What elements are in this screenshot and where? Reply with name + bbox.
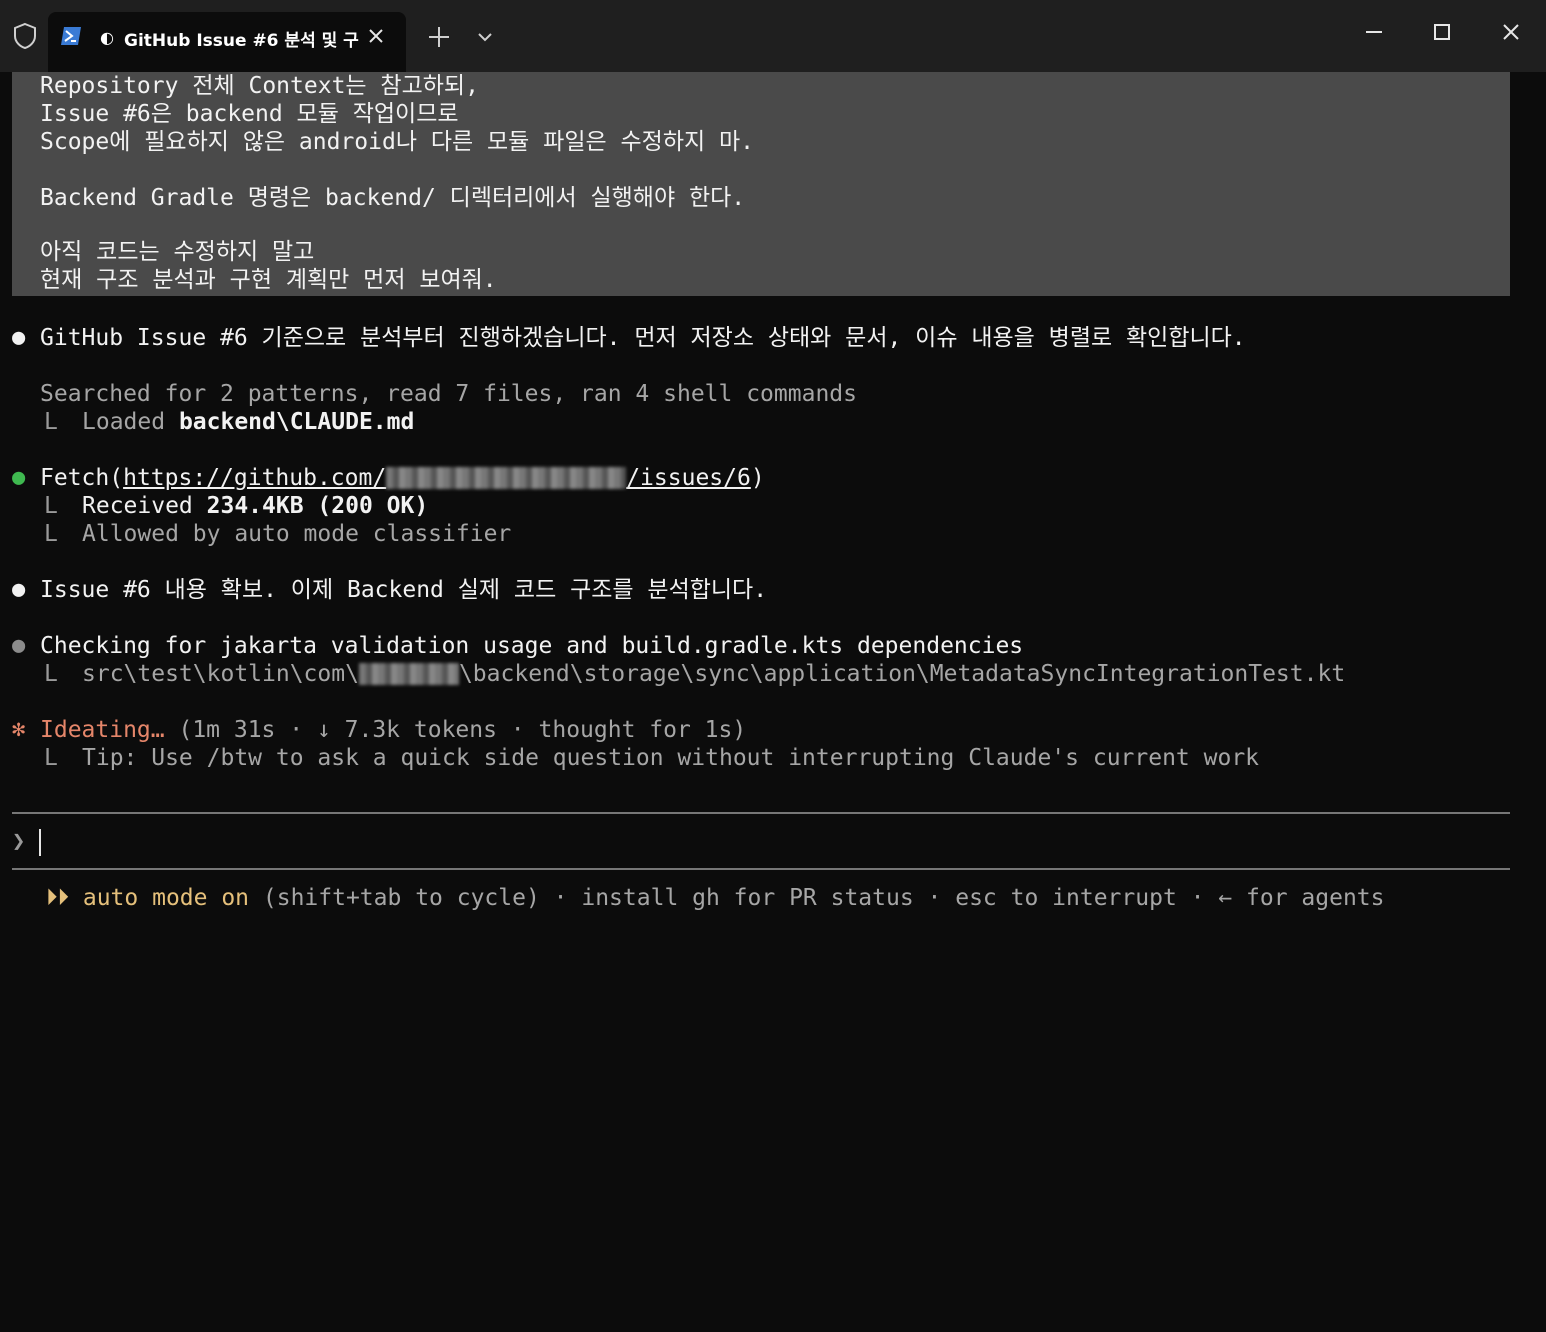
tree-connector: L: [44, 409, 58, 435]
tree-connector: L: [44, 493, 58, 519]
title-bar: ◐ GitHub Issue #6 분석 및 구: [0, 0, 1546, 72]
status-bar: ⏵⏵ auto mode on (shift+tab to cycle) · i…: [46, 885, 1385, 911]
mode-indicator: auto mode on: [82, 885, 250, 911]
spinner-icon: ✻: [12, 717, 26, 742]
fetch-result: Received 234.4KB (200 OK): [82, 493, 429, 519]
prompt-chevron-icon: ❯: [12, 829, 26, 854]
checking-path: src\test\kotlin\com\ \backend\storage\syn…: [82, 661, 1346, 687]
window-close-icon[interactable]: [1497, 18, 1525, 46]
minimize-icon[interactable]: [1360, 18, 1388, 46]
loaded-file-line: Loaded backend\CLAUDE.md: [82, 409, 415, 435]
plus-icon[interactable]: [426, 24, 452, 50]
success-bullet: ●: [12, 465, 26, 490]
tree-connector: L: [44, 521, 58, 547]
prompt-line: Backend Gradle 명령은 backend/ 디렉터리에서 실행해야 …: [40, 185, 746, 211]
mode-icon: ⏵⏵: [46, 885, 69, 911]
message-bullet: ●: [12, 325, 26, 350]
fetch-permission: Allowed by auto mode classifier: [82, 521, 512, 547]
pending-bullet: ●: [12, 633, 26, 658]
shield-icon[interactable]: [12, 22, 38, 50]
tree-connector: L: [44, 745, 58, 771]
prompt-line: Scope에 필요하지 않은 android나 다른 모듈 파일은 수정하지 마…: [40, 129, 754, 155]
input-top-divider: [12, 812, 1510, 814]
tool-summary[interactable]: Searched for 2 patterns, read 7 files, r…: [40, 380, 857, 408]
prompt-line: 현재 구조 분석과 구현 계획만 먼저 보여줘.: [40, 267, 497, 293]
ideating-status: Ideating… (1m 31s · ↓ 7.3k tokens · thou…: [40, 717, 747, 743]
close-icon[interactable]: [364, 24, 388, 48]
redacted-repo: [386, 467, 627, 489]
tree-connector: L: [44, 661, 58, 687]
redacted-package: [358, 663, 459, 685]
busy-indicator-icon: ◐: [100, 28, 114, 47]
chevron-down-icon[interactable]: [474, 26, 496, 48]
message-bullet: ●: [12, 577, 26, 602]
fetch-call[interactable]: Fetch(https://github.com//issues/6): [40, 464, 765, 492]
tab-title: GitHub Issue #6 분석 및 구: [124, 31, 359, 51]
terminal-output[interactable]: Repository 전체 Context는 참고하되, Issue #6은 b…: [0, 72, 1546, 924]
assistant-message: Issue #6 내용 확보. 이제 Backend 실제 코드 구조를 분석합…: [40, 577, 768, 603]
input-caret[interactable]: [39, 829, 41, 856]
input-bottom-divider: [12, 868, 1510, 870]
powershell-icon: [61, 27, 81, 45]
checking-task: Checking for jakarta validation usage an…: [40, 633, 1024, 659]
tip-text: Tip: Use /btw to ask a quick side questi…: [82, 745, 1260, 771]
fetch-url[interactable]: https://github.com//issues/6: [123, 465, 751, 491]
prompt-line: Repository 전체 Context는 참고하되,: [40, 73, 479, 99]
prompt-line: Issue #6은 backend 모듈 작업이므로: [40, 101, 459, 127]
user-prompt-block: Repository 전체 Context는 참고하되, Issue #6은 b…: [12, 72, 1510, 296]
assistant-message: GitHub Issue #6 기준으로 분석부터 진행하겠습니다. 먼저 저장…: [40, 325, 1246, 351]
tab-active[interactable]: ◐ GitHub Issue #6 분석 및 구: [48, 12, 406, 72]
maximize-icon[interactable]: [1428, 18, 1456, 46]
prompt-line: 아직 코드는 수정하지 말고: [40, 239, 315, 265]
